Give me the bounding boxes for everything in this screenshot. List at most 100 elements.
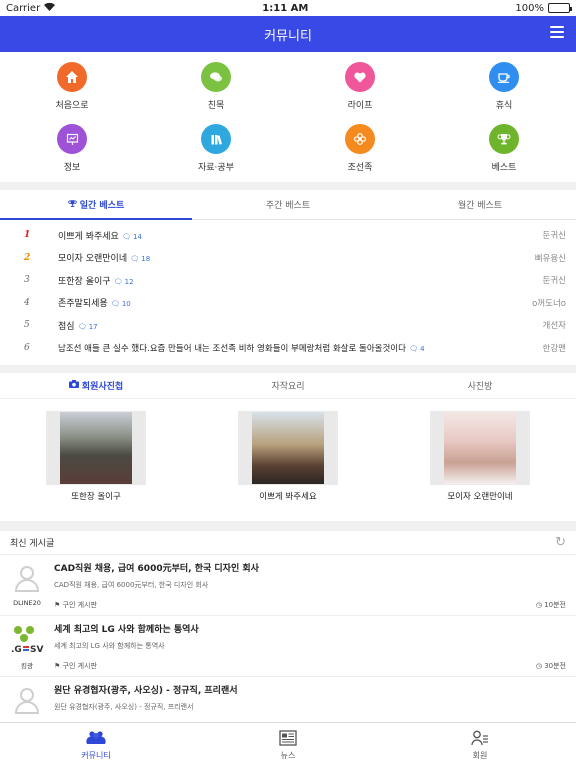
coffee-cup-icon [489,62,519,92]
best-post-row[interactable]: 2 모이자 오랜만이네 🗨 18 삐유융신 [0,247,576,270]
tag-icon: ⚑ [54,662,61,670]
category-label: 베스트 [491,163,517,173]
author-name: 킹광 [21,662,33,670]
comment-count: 🗨 18 [130,255,151,264]
photo-thumbnail [60,412,132,484]
post-time: ◷ 30분전 [535,662,566,670]
recent-posts: 최신 게시글 ↻ DLINE20 CAD직원 채용, 급여 6000元부터, 한… [0,531,576,722]
wifi-icon [44,2,56,14]
clock-icon: ◷ [535,662,542,670]
company-logo-icon: .G SV [10,622,44,656]
category-joseonjok[interactable]: 조선족 [288,124,432,184]
category-label: 조선족 [347,163,373,173]
tab-member[interactable]: 회원 [384,723,576,768]
default-user-icon [10,683,44,717]
post-author: 개선자 [542,321,566,332]
comment-count: 🗨 12 [113,277,134,286]
best-post-row[interactable]: 6 남조선 애들 큰 실수 했다.요즘 만들어 내는 조선족 비하 영화들이 부… [0,337,576,360]
photo-thumbnail [252,412,324,484]
svg-text:.G: .G [11,645,22,654]
app-header: 커뮤니티 [0,16,576,52]
post-author: 둔귀신 [542,231,566,242]
comment-count: 🗨 4 [408,344,425,353]
post-item[interactable]: 원단 유경협자(광주, 사오싱) - 정규직, 프리랜서 원단 유경협자(광주,… [0,677,576,722]
category-best[interactable]: 베스트 [432,124,576,184]
photo-card[interactable]: 또한장 올이구 [0,411,192,502]
photo-card[interactable]: 이쁘게 봐주세요 [192,411,384,502]
category-home[interactable]: 처음으로 [0,62,144,124]
best-post-list: 1 이쁘게 봐주세요 🗨 14 둔귀신 2 모이자 오랜만이네 🗨 18 삐유융신 … [0,220,576,365]
category-study[interactable]: 자료·공부 [144,124,288,184]
comment-icon: 🗨 [121,232,131,241]
post-summary: 원단 유경협자(광주, 사오싱) - 정규직, 프리랜서 [54,703,194,711]
hamburger-menu-icon[interactable] [550,26,564,38]
tab-label: 사진방 [467,382,493,392]
post-title: 원단 유경협자(광주, 사오싱) - 정규직, 프리랜서 [54,686,238,696]
tab-label: 주간 베스트 [265,201,311,211]
rank-number: 2 [24,252,31,263]
category-label: 라이프 [347,101,373,111]
content-scroll[interactable]: 처음으로 친목 라이프 휴식 정보 자료·공부 조선족 베스트 일간 베스트 주… [0,52,576,722]
post-title: 모이자 오랜만이네 🗨 18 [58,254,151,265]
comment-icon: 🗨 [77,322,87,331]
post-author: 둔귀신 [542,276,566,287]
rank-number: 6 [24,342,30,353]
presentation-board-icon [57,124,87,154]
post-item[interactable]: DLINE20 CAD직원 채용, 급여 6000元부터, 한국 디자인 회사 … [0,555,576,616]
photo-frame [46,411,146,485]
tab-monthly-best[interactable]: 월간 베스트 [384,190,576,219]
post-body: CAD직원 채용, 급여 6000元부터, 한국 디자인 회사 CAD직원 채용… [54,561,566,615]
post-title: 세계 최고의 LG 사와 함께하는 통역사 [54,625,199,635]
tab-news[interactable]: 뉴스 [192,723,384,768]
tab-label: 커뮤니티 [81,751,111,760]
tab-photo-room[interactable]: 사진방 [384,373,576,398]
post-body: 원단 유경협자(광주, 사오싱) - 정규직, 프리랜서 원단 유경협자(광주,… [54,683,566,722]
carrier-label: Carrier [6,2,41,14]
comment-icon: 🗨 [113,277,123,286]
tag-icon: ⚑ [54,601,61,609]
member-icon [471,730,489,750]
photo-caption: 또한장 올이구 [71,492,121,502]
tab-community[interactable]: 커뮤니티 [0,723,192,768]
tab-daily-best[interactable]: 일간 베스트 [0,190,192,220]
category-rest[interactable]: 휴식 [432,62,576,124]
comment-icon: 🗨 [408,344,418,353]
clock: 1:11 AM [262,2,309,14]
best-post-row[interactable]: 5 점심 🗨 17 개선자 [0,314,576,337]
category-friends[interactable]: 친목 [144,62,288,124]
category-label: 자료·공부 [198,163,234,173]
category-label: 정보 [63,163,81,173]
best-tabs: 일간 베스트 주간 베스트 월간 베스트 [0,190,576,220]
category-life[interactable]: 라이프 [288,62,432,124]
post-meta: ⚑ 구인 게시판 ◷ 10분전 [54,600,566,610]
tab-label: 회원 [472,751,488,760]
post-summary: 세계 최고의 LG 사와 함께하는 통역사 [54,642,165,650]
post-author: 한강맨 [542,343,566,354]
photo-card[interactable]: 모이자 오랜만이네 [384,411,576,502]
battery-percent: 100% [515,2,544,14]
photo-tabs: 회원사진첩 자작요리 사진방 [0,373,576,399]
status-bar: Carrier 1:11 AM 100% [0,0,576,16]
post-item[interactable]: .G SV 킹광 세계 최고의 LG 사와 함께하는 통역사 세계 최고의 LG … [0,616,576,677]
board-tag: ⚑ 구인 게시판 [54,601,97,609]
tab-homemade-cooking[interactable]: 자작요리 [192,373,384,398]
refresh-icon[interactable]: ↻ [555,535,566,550]
tab-member-photos[interactable]: 회원사진첩 [0,373,192,398]
category-label: 휴식 [495,101,513,111]
community-icon [86,730,106,750]
board-tag: ⚑ 구인 게시판 [54,662,97,670]
tab-weekly-best[interactable]: 주간 베스트 [192,190,384,219]
post-summary: CAD직원 채용, 급여 6000元부터, 한국 디자인 회사 [54,581,209,589]
trophy-icon [68,199,77,211]
clock-icon: ◷ [535,601,542,609]
best-post-row[interactable]: 1 이쁘게 봐주세요 🗨 14 둔귀신 [0,224,576,247]
post-body: 세계 최고의 LG 사와 함께하는 통역사 세계 최고의 LG 사와 함께하는 … [54,622,566,676]
rank-number: 4 [24,297,30,308]
best-post-row[interactable]: 3 또한장 올이구 🗨 12 둔귀신 [0,269,576,292]
category-info[interactable]: 정보 [0,124,144,184]
tab-label: 일간 베스트 [79,201,125,211]
photo-caption: 이쁘게 봐주세요 [259,492,317,502]
best-post-row[interactable]: 4 존주말되세용 🗨 10 o꺼도너o [0,292,576,315]
trophy-icon [489,124,519,154]
post-meta: ⚑ 구인 게시판 ◷ 30분전 [54,661,566,671]
